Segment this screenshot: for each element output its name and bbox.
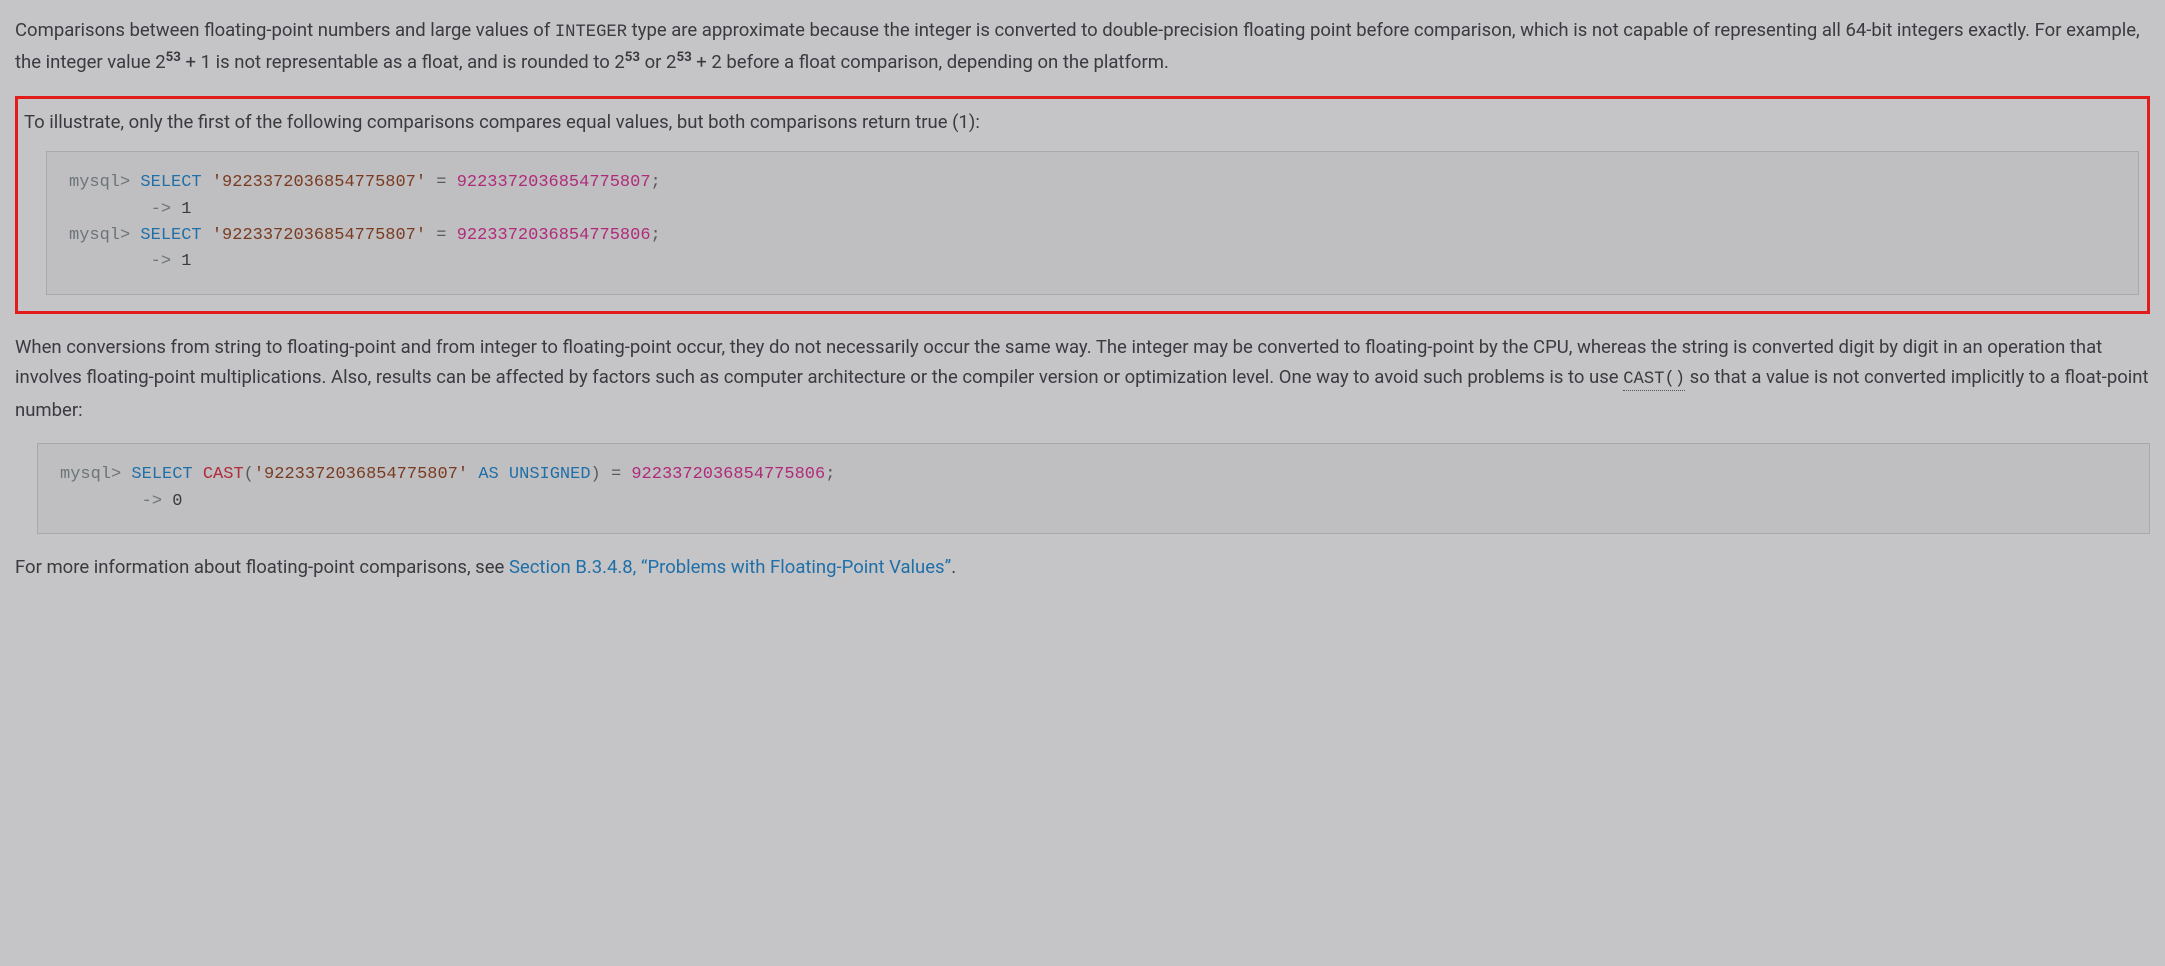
sql-function-cast: CAST <box>203 465 244 484</box>
space <box>171 252 181 271</box>
link-floating-point-problems[interactable]: Section B.3.4.8, “Problems with Floating… <box>509 556 951 578</box>
superscript: 53 <box>676 50 691 65</box>
sql-keyword-select: SELECT <box>140 173 201 192</box>
code-integer: INTEGER <box>555 23 627 42</box>
space <box>193 465 203 484</box>
sql-string-literal: '9223372036854775807' <box>254 465 468 484</box>
space <box>468 465 478 484</box>
highlighted-example-box: To illustrate, only the first of the fol… <box>15 96 2150 314</box>
result-arrow: -> <box>142 492 162 511</box>
sql-prompt: mysql> <box>60 465 131 484</box>
paragraph-conversion-explanation: When conversions from string to floating… <box>15 332 2150 425</box>
sql-keyword-select: SELECT <box>140 226 201 245</box>
space <box>202 226 212 245</box>
sql-semicolon: ; <box>651 173 661 192</box>
space <box>447 226 457 245</box>
space <box>426 226 436 245</box>
result-arrow: -> <box>151 252 171 271</box>
highlighted-intro-text: To illustrate, only the first of the fol… <box>24 107 2141 138</box>
result-value: 1 <box>181 200 191 219</box>
sql-semicolon: ; <box>825 465 835 484</box>
superscript: 53 <box>166 50 181 65</box>
sql-semicolon: ; <box>651 226 661 245</box>
sql-prompt: mysql> <box>69 173 140 192</box>
text: Comparisons between floating-point numbe… <box>15 19 555 41</box>
space <box>499 465 509 484</box>
sql-keyword-as: AS <box>478 465 498 484</box>
space <box>601 465 611 484</box>
paragraph-integer-comparison: Comparisons between floating-point numbe… <box>15 15 2150 78</box>
space <box>171 200 181 219</box>
space <box>447 173 457 192</box>
text: For more information about floating-poin… <box>15 556 509 578</box>
sql-number-literal: 9223372036854775806 <box>631 465 825 484</box>
text: or 2 <box>640 51 676 73</box>
sql-string-literal: '9223372036854775807' <box>212 226 426 245</box>
result-value: 1 <box>181 252 191 271</box>
sql-operator-equals: = <box>436 173 446 192</box>
space <box>202 173 212 192</box>
paragraph-more-info: For more information about floating-poin… <box>15 552 2150 583</box>
padding <box>60 492 142 511</box>
sql-string-literal: '9223372036854775807' <box>212 173 426 192</box>
sql-keyword-select: SELECT <box>131 465 192 484</box>
space <box>621 465 631 484</box>
superscript: 53 <box>625 50 640 65</box>
result-arrow: -> <box>151 200 171 219</box>
result-value: 0 <box>172 492 182 511</box>
text: + 2 before a float comparison, depending… <box>692 51 1169 73</box>
sql-number-literal: 9223372036854775807 <box>457 173 651 192</box>
sql-operator-equals: = <box>611 465 621 484</box>
code-cast-function[interactable]: CAST() <box>1623 370 1685 391</box>
sql-prompt: mysql> <box>69 226 140 245</box>
text: . <box>951 556 956 578</box>
sql-keyword-unsigned: UNSIGNED <box>509 465 591 484</box>
padding <box>69 200 151 219</box>
text: + 1 is not representable as a float, and… <box>181 51 625 73</box>
code-block-comparisons: mysql> SELECT '9223372036854775807' = 92… <box>46 151 2139 294</box>
sql-number-literal: 9223372036854775806 <box>457 226 651 245</box>
code-block-cast-example: mysql> SELECT CAST('9223372036854775807'… <box>37 443 2150 534</box>
sql-close-paren: ) <box>591 465 601 484</box>
sql-open-paren: ( <box>244 465 254 484</box>
sql-operator-equals: = <box>436 226 446 245</box>
space <box>426 173 436 192</box>
padding <box>69 252 151 271</box>
space <box>162 492 172 511</box>
